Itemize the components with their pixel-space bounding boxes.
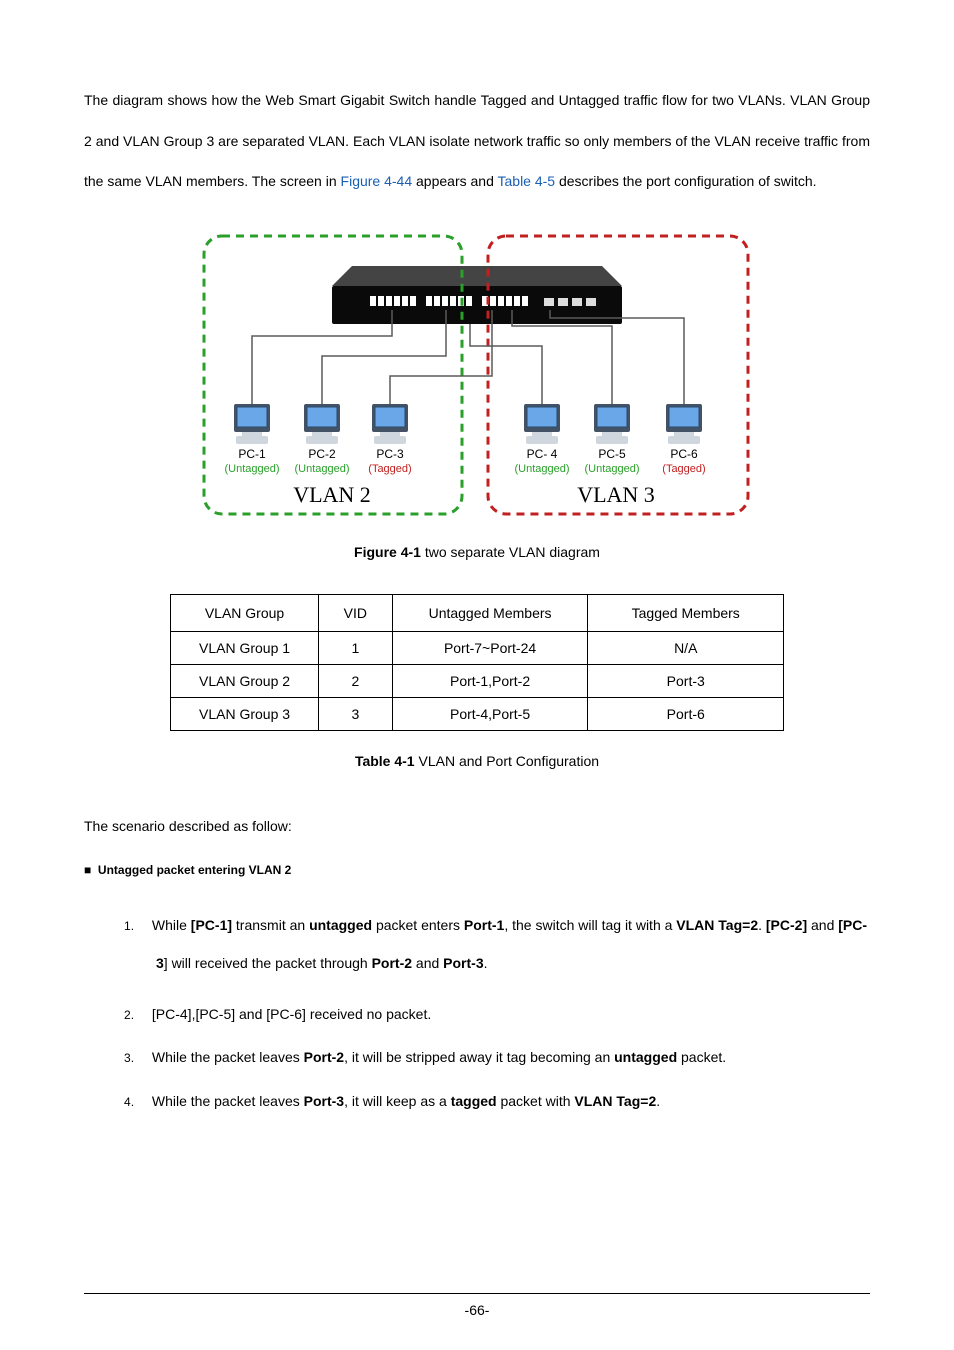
th-tagged: Tagged Members	[588, 594, 784, 631]
figure-ref: Figure 4-44	[341, 173, 413, 189]
step-3: While the packet leaves Port-2, it will …	[124, 1048, 870, 1068]
scenario-intro: The scenario described as follow:	[84, 817, 870, 835]
th-untagged: Untagged Members	[392, 594, 588, 631]
svg-text:PC-3: PC-3	[376, 447, 404, 461]
svg-text:PC- 4: PC- 4	[527, 447, 558, 461]
svg-text:PC-6: PC-6	[670, 447, 698, 461]
intro-text-3: describes the port configuration of swit…	[555, 173, 816, 189]
table-caption-text: VLAN and Port Configuration	[415, 753, 599, 769]
vlan-diagram-svg: PC-1 PC-2 PC-3 PC- 4 PC-5 PC-6 (Untagged…	[192, 226, 762, 526]
svg-text:PC-1: PC-1	[238, 447, 266, 461]
intro-text-2: appears and	[412, 173, 497, 189]
figure-caption-prefix: Figure 4-1	[354, 544, 421, 560]
svg-text:VLAN 2: VLAN 2	[293, 482, 371, 507]
scenario-steps: While [PC-1] transmit an untagged packet…	[124, 907, 870, 1111]
svg-text:PC-2: PC-2	[308, 447, 336, 461]
vlan-config-table: VLAN Group VID Untagged Members Tagged M…	[170, 594, 784, 731]
table-row: VLAN Group 33Port-4,Port-5Port-6	[171, 697, 784, 730]
scenario-bullet-label: Untagged packet entering VLAN 2	[98, 863, 291, 877]
pc-2	[304, 404, 340, 444]
step-2: [PC-4],[PC-5] and [PC-6] received no pac…	[124, 1005, 870, 1025]
svg-text:(Untagged): (Untagged)	[514, 463, 569, 475]
scenario-bullet: ■ Untagged packet entering VLAN 2	[84, 863, 870, 877]
svg-text:(Untagged): (Untagged)	[584, 463, 639, 475]
svg-text:(Untagged): (Untagged)	[224, 463, 279, 475]
svg-text:(Untagged): (Untagged)	[294, 463, 349, 475]
step-4: While the packet leaves Port-3, it will …	[124, 1092, 870, 1112]
pc-5	[594, 404, 630, 444]
pc-4	[524, 404, 560, 444]
th-vid: VID	[319, 594, 393, 631]
pc-6	[666, 404, 702, 444]
table-caption-prefix: Table 4-1	[355, 753, 415, 769]
svg-text:(Tagged): (Tagged)	[662, 463, 705, 475]
pc-3	[372, 404, 408, 444]
svg-text:PC-5: PC-5	[598, 447, 626, 461]
pc-1	[234, 404, 270, 444]
intro-paragraph: The diagram shows how the Web Smart Giga…	[84, 80, 870, 202]
th-group: VLAN Group	[171, 594, 319, 631]
table-row: VLAN Group 11Port-7~Port-24N/A	[171, 631, 784, 664]
table-ref: Table 4-5	[498, 173, 556, 189]
figure-caption: Figure 4-1 two separate VLAN diagram	[84, 544, 870, 560]
figure-caption-text: two separate VLAN diagram	[421, 544, 600, 560]
table-row: VLAN Group 22Port-1,Port-2Port-3	[171, 664, 784, 697]
footer-divider	[84, 1293, 870, 1294]
svg-text:VLAN 3: VLAN 3	[577, 482, 655, 507]
step-1: While [PC-1] transmit an untagged packet…	[124, 907, 870, 983]
svg-text:(Tagged): (Tagged)	[368, 463, 411, 475]
switch-device	[332, 266, 622, 324]
vlan-diagram-figure: PC-1 PC-2 PC-3 PC- 4 PC-5 PC-6 (Untagged…	[84, 226, 870, 526]
page-number: -66-	[0, 1302, 954, 1318]
table-caption: Table 4-1 VLAN and Port Configuration	[84, 753, 870, 769]
